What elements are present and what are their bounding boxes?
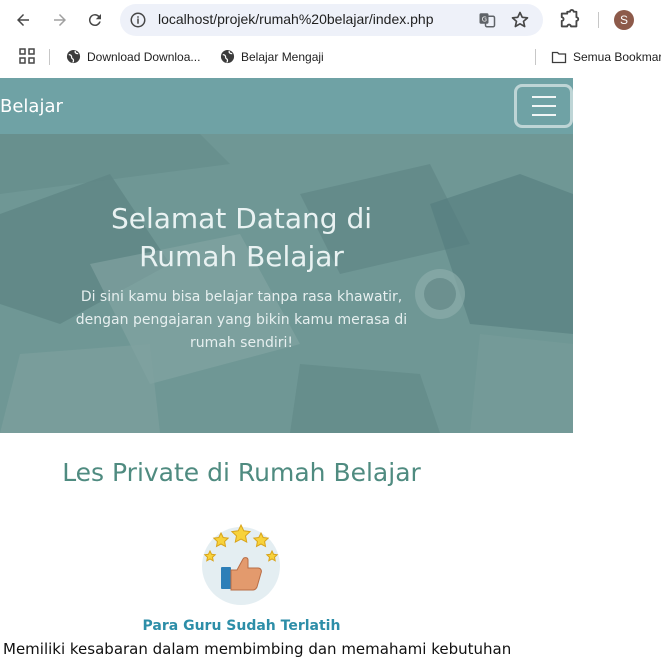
feature-description: Memiliki kesabaran dalam membimbing dan …	[3, 640, 512, 658]
arrow-right-icon	[54, 14, 66, 26]
bookmark-label: Belajar Mengaji	[241, 49, 324, 64]
globe-icon	[66, 49, 81, 64]
profile-initial: S	[619, 13, 628, 27]
thumbs-up-stars-icon	[202, 523, 280, 605]
arrow-left-icon	[17, 14, 29, 26]
bookmark-all[interactable]: Semua Bookmark	[551, 49, 661, 65]
hero-title: Selamat Datang di Rumah Belajar	[110, 202, 373, 273]
svg-text:G: G	[482, 16, 487, 24]
navbar-brand[interactable]: Belajar	[0, 96, 63, 117]
globe-icon	[220, 49, 235, 64]
bookmarks-bar: Download Downloa... Belajar Mengaji Semu…	[0, 40, 661, 74]
bookmark-label: Semua Bookmark	[573, 50, 661, 64]
bookmark-label: Download Downloa...	[87, 49, 201, 64]
site-navbar: Belajar	[0, 78, 573, 134]
reload-button[interactable]	[83, 8, 107, 32]
folder-icon	[551, 51, 567, 64]
bookmark-download[interactable]: Download Downloa...	[66, 49, 200, 64]
translate-icon[interactable]: G	[478, 11, 496, 29]
profile-avatar[interactable]: S	[614, 10, 634, 30]
feature-title: Para Guru Sudah Terlatih	[142, 618, 341, 634]
address-bar[interactable]: localhost/projek/rumah%20belajar/index.p…	[120, 4, 543, 36]
extensions-icon[interactable]	[559, 9, 581, 31]
hero-section: Selamat Datang di Rumah Belajar Di sini …	[0, 134, 573, 433]
bookmark-star-icon[interactable]	[510, 10, 530, 30]
bookmarks-divider	[535, 49, 536, 65]
bookmarks-divider	[49, 49, 50, 65]
hamburger-line	[532, 105, 556, 107]
web-page: Belajar Selamat Datang di Rumah Belajar …	[0, 78, 661, 663]
back-button[interactable]	[11, 8, 35, 32]
site-info-icon[interactable]	[129, 11, 147, 29]
hamburger-line	[532, 114, 556, 116]
browser-toolbar: localhost/projek/rumah%20belajar/index.p…	[0, 0, 661, 40]
hero-subtitle: Di sini kamu bisa belajar tanpa rasa kha…	[75, 289, 408, 351]
bookmark-belajar-mengaji[interactable]: Belajar Mengaji	[220, 49, 324, 64]
forward-button[interactable]	[48, 8, 72, 32]
section-title: Les Private di Rumah Belajar	[62, 458, 421, 487]
apps-grid-icon[interactable]	[19, 48, 35, 64]
toolbar-divider	[598, 12, 599, 28]
navbar-toggler-button[interactable]	[514, 84, 573, 128]
url-text[interactable]: localhost/projek/rumah%20belajar/index.p…	[158, 11, 434, 27]
hamburger-line	[532, 96, 556, 98]
reload-icon	[88, 14, 101, 27]
hero-overlay	[0, 134, 573, 433]
